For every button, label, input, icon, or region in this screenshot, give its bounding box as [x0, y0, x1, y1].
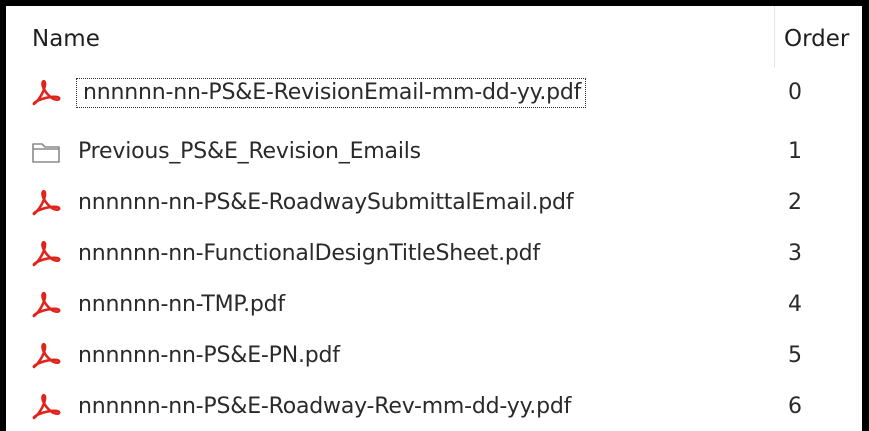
- file-name[interactable]: nnnnnn-nn-FunctionalDesignTitleSheet.pdf: [64, 240, 548, 268]
- file-row[interactable]: nnnnnn-nn-PS&E-Roadway-Rev-mm-dd-yy.pdf …: [6, 382, 862, 431]
- file-row[interactable]: nnnnnn-nn-TMP.pdf 4: [6, 280, 862, 331]
- file-order: 5: [788, 343, 802, 368]
- file-name[interactable]: nnnnnn-nn-PS&E-RoadwaySubmittalEmail.pdf: [64, 189, 581, 217]
- file-order: 3: [788, 241, 802, 266]
- pdf-icon: [30, 78, 62, 108]
- column-header-bar: Name Order: [6, 6, 862, 68]
- file-order: 4: [788, 292, 802, 317]
- file-name[interactable]: nnnnnn-nn-PS&E-Roadway-Rev-mm-dd-yy.pdf: [64, 393, 579, 421]
- folder-name[interactable]: Previous_PS&E_Revision_Emails: [64, 138, 429, 166]
- folder-row[interactable]: Previous_PS&E_Revision_Emails 1: [6, 127, 862, 178]
- file-row[interactable]: nnnnnn-nn-PS&E-RevisionEmail-mm-dd-yy.pd…: [6, 68, 862, 119]
- pdf-icon: [30, 188, 62, 218]
- pdf-icon: [30, 239, 62, 269]
- pdf-icon: [30, 341, 62, 371]
- file-order: 2: [788, 190, 802, 215]
- column-divider[interactable]: [774, 6, 775, 68]
- folder-icon: [30, 137, 62, 167]
- file-order: 6: [788, 394, 802, 419]
- file-order: 0: [788, 80, 802, 105]
- file-name[interactable]: nnnnnn-nn-TMP.pdf: [64, 291, 293, 319]
- pdf-icon: [30, 290, 62, 320]
- file-row[interactable]: nnnnnn-nn-PS&E-PN.pdf 5: [6, 331, 862, 382]
- file-name[interactable]: nnnnnn-nn-PS&E-RevisionEmail-mm-dd-yy.pd…: [76, 78, 587, 108]
- file-row[interactable]: nnnnnn-nn-FunctionalDesignTitleSheet.pdf…: [6, 229, 862, 280]
- folder-order: 1: [788, 139, 802, 164]
- file-list-view: Name Order nnnnnn-nn-PS&E-RevisionEmail-…: [0, 0, 869, 431]
- file-row[interactable]: nnnnnn-nn-PS&E-RoadwaySubmittalEmail.pdf…: [6, 178, 862, 229]
- column-header-name[interactable]: Name: [32, 26, 100, 52]
- column-header-order[interactable]: Order: [784, 26, 849, 52]
- file-name[interactable]: nnnnnn-nn-PS&E-PN.pdf: [64, 342, 348, 370]
- pdf-icon: [30, 392, 62, 422]
